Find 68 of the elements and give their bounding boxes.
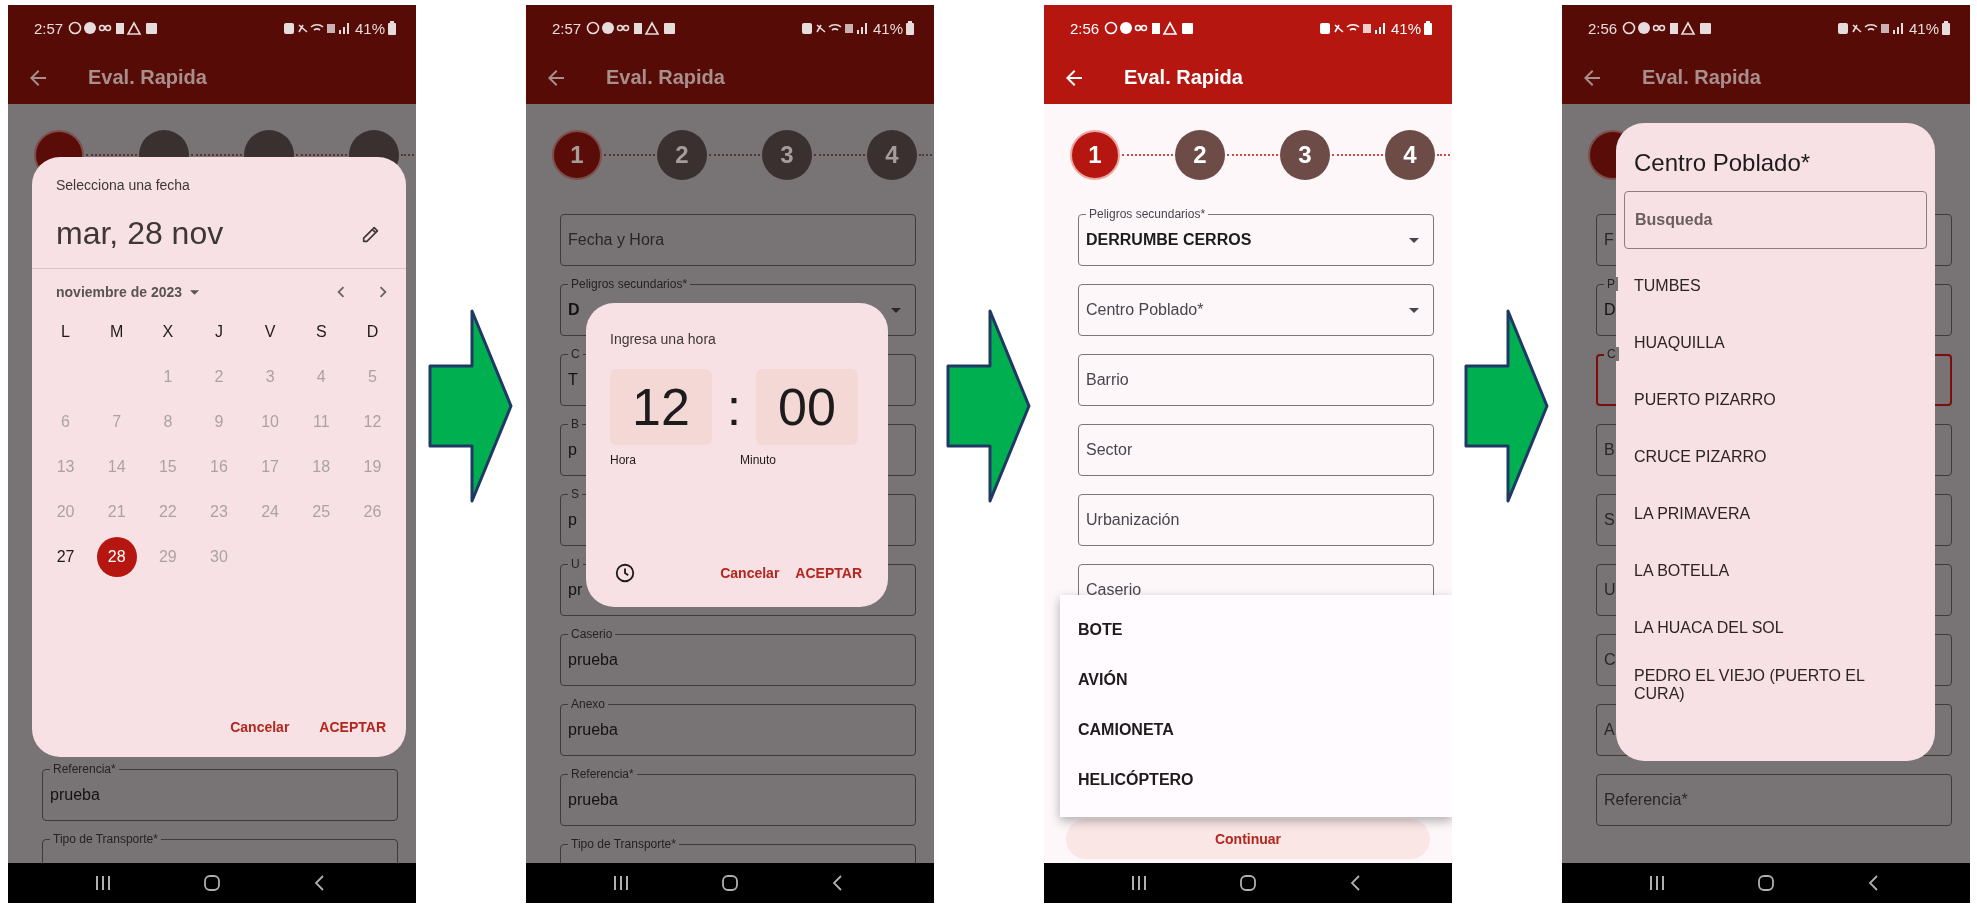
placeholder: Caserio [1086, 581, 1142, 599]
placeholder: Referencia* [1604, 791, 1688, 809]
battery-percent: 41% [1908, 19, 1939, 37]
app-title: Eval. Rapida [1124, 66, 1243, 89]
placeholder: F [1604, 231, 1614, 249]
weekday-label: V [263, 321, 277, 342]
status-time: 2:57 [552, 19, 582, 37]
step-indicator: 3 [1280, 130, 1330, 180]
step-indicator: 1 [1070, 130, 1120, 180]
app-title: Eval. Rapida [1642, 66, 1761, 89]
field-caption: Hora [610, 453, 637, 467]
field-value: T [568, 371, 578, 389]
field-label: Peligros secundarios* [1086, 207, 1209, 221]
weekday-label: S [314, 321, 328, 342]
field-value: p [568, 511, 577, 529]
status-time: 2:57 [34, 19, 64, 37]
app-title: Eval. Rapida [606, 66, 725, 89]
field-label: C [1604, 347, 1619, 361]
placeholder: U [1604, 581, 1616, 599]
field-label: C [568, 347, 583, 361]
dialog-title: Selecciona una fecha [55, 176, 191, 193]
field-label: U [568, 557, 583, 571]
weekday-label: J [214, 321, 224, 342]
dialog-title: Centro Poblado* [1633, 148, 1812, 177]
step-indicator: 4 [867, 130, 917, 180]
placeholder: Fecha y Hora [568, 231, 665, 249]
dialog-title: Ingresa una hora [610, 330, 717, 347]
field-label: Referencia* [568, 767, 637, 781]
field-label: Caserio [568, 627, 616, 641]
status-time: 2:56 [1070, 19, 1100, 37]
step-indicator: 2 [657, 130, 707, 180]
field-value: D [1604, 301, 1616, 319]
placeholder: Barrio [1086, 371, 1129, 389]
field-value: DERRUMBE CERROS [1086, 231, 1252, 249]
weekday-label: X [161, 321, 175, 342]
step-indicator: 4 [1385, 130, 1435, 180]
step-indicator: 1 [552, 130, 602, 180]
field-caption: Minuto [740, 453, 778, 467]
placeholder: C [1604, 651, 1616, 669]
app-title: Eval. Rapida [88, 66, 207, 89]
field-label: S [568, 487, 582, 501]
placeholder: B [1604, 441, 1615, 459]
placeholder: Centro Poblado* [1086, 301, 1204, 319]
time-separator: : [725, 377, 743, 437]
field-label: B [568, 417, 582, 431]
field-value: D [568, 301, 580, 319]
step-indicator: 2 [1175, 130, 1225, 180]
field-value: p [568, 441, 577, 459]
weekday-label: L [60, 321, 71, 342]
status-time: 2:56 [1588, 19, 1618, 37]
step-indicator: 3 [762, 130, 812, 180]
field-label: P [1604, 277, 1618, 291]
placeholder: S [1604, 511, 1615, 529]
placeholder: Urbanización [1086, 511, 1180, 529]
field-label: Tipo de Transporte* [568, 837, 679, 851]
battery-percent: 41% [354, 19, 385, 37]
field-label: Tipo de Transporte* [50, 832, 161, 846]
placeholder: Sector [1086, 441, 1133, 459]
selected-date: mar, 28 nov [56, 215, 224, 252]
field-label: Anexo [568, 697, 609, 711]
battery-percent: 41% [872, 19, 903, 37]
field-label: Referencia* [50, 762, 119, 776]
weekday-label: D [365, 321, 380, 342]
field-value: pr [568, 581, 583, 599]
field-label: Peligros secundarios* [568, 277, 691, 291]
weekday-label: M [109, 321, 125, 342]
battery-percent: 41% [1390, 19, 1421, 37]
placeholder: A [1604, 721, 1615, 739]
